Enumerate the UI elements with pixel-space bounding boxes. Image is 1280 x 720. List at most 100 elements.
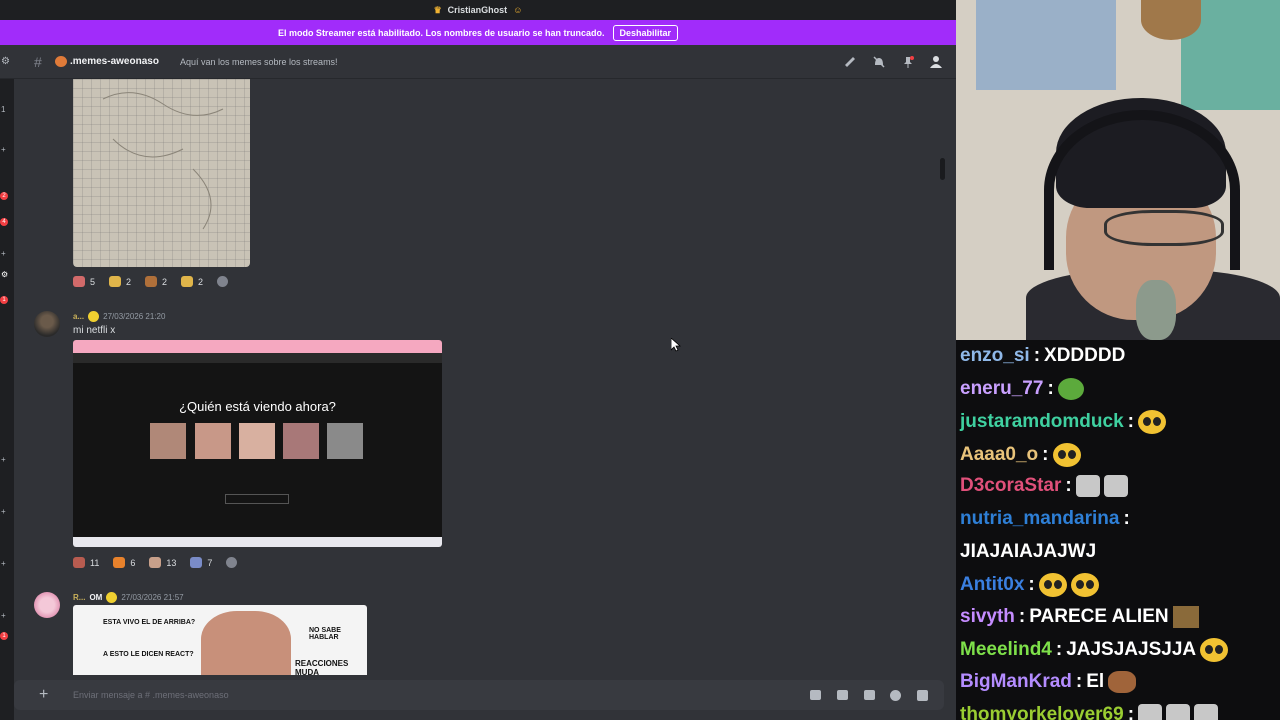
reaction[interactable]: 2 (109, 276, 131, 287)
author-name[interactable]: R... (73, 593, 85, 602)
reaction-emoji-icon (190, 557, 203, 568)
chat-message: Meeelind4: JAJSJAJSJJA (960, 638, 1229, 663)
add-reaction-icon[interactable] (226, 557, 238, 568)
meme-face (201, 611, 291, 675)
chat-colon: : (1127, 703, 1135, 720)
reaction[interactable]: 2 (181, 276, 203, 287)
scrollbar-thumb[interactable] (940, 158, 945, 180)
chat-colon: : (1028, 574, 1035, 596)
settings-icon[interactable]: ⚙ (1, 270, 8, 279)
reaction-row: 11 6 13 7 (73, 557, 238, 568)
gif-icon[interactable] (837, 690, 848, 700)
attachment-image-netflix[interactable]: ¿Quién está viendo ahora? (73, 340, 442, 547)
meme-text: A ESTO LE DICEN REACT? (103, 651, 194, 658)
chat-colon: : (1055, 639, 1063, 661)
sticker-icon[interactable] (864, 690, 875, 700)
crown-icon: ♛ (433, 4, 442, 15)
disable-streamer-mode-button[interactable]: Deshabilitar (612, 24, 679, 41)
chat-username: eneru_77 (960, 377, 1044, 399)
profile-thumb (150, 423, 186, 459)
members-list-icon[interactable]: ⚙ (1, 56, 10, 67)
screen: ♛ CristianGhost ☺ El modo Streamer está … (0, 0, 1280, 720)
rail-marker: + (1, 455, 6, 464)
webcam-feed (956, 0, 1280, 340)
reaction-count: 13 (166, 557, 177, 568)
reaction[interactable]: 5 (73, 276, 95, 287)
reaction[interactable]: 7 (190, 557, 212, 568)
chat-message: enzo_si: XDDDDD (960, 345, 1125, 367)
chat-colon: : (1047, 377, 1054, 399)
chat-text: JIAJAIAJAJWJ (960, 540, 1097, 562)
frog-emote-icon (1057, 377, 1084, 400)
chat-message: thomyorkelover69: (960, 703, 1219, 720)
em-emote-icon (1052, 442, 1081, 467)
stream-chat: enzo_si: XDDDDD eneru_77: justaramdomduck: A… (956, 340, 1280, 720)
meme-text: NO SABE HABLAR (309, 627, 341, 641)
reaction[interactable]: 11 (73, 557, 99, 568)
reaction[interactable]: 13 (149, 557, 176, 568)
threads-icon[interactable] (843, 55, 857, 69)
emoji-picker-icon[interactable] (890, 689, 901, 701)
pin-icon[interactable] (901, 55, 915, 69)
attachment-image-meme[interactable]: ESTA VIVO EL DE ARRIBA? A ESTO LE DICEN … (73, 605, 367, 675)
microphone (1136, 280, 1176, 340)
chat-text: El (1086, 671, 1105, 692)
cat-emote-icon (1138, 703, 1163, 720)
message-header: a... 27/03/2026 21:20 (73, 311, 165, 322)
reaction-emoji-icon (149, 557, 162, 568)
window-title: CristianGhost (447, 5, 508, 15)
chat-message: Antit0x: (960, 573, 1099, 598)
profile-thumb (195, 423, 231, 459)
reaction-emoji-icon (145, 276, 158, 287)
avatar[interactable] (34, 592, 60, 618)
taskbar (73, 537, 442, 547)
chat-username: Antit0x (960, 574, 1025, 596)
streamer-banner-text: El modo Streamer está habilitado. Los no… (277, 27, 605, 38)
wall-hat (1141, 0, 1201, 40)
reaction-count: 6 (130, 557, 136, 568)
attachment-image-sketch[interactable] (73, 79, 250, 267)
chat-message: nutria_mandarina: (960, 508, 1130, 530)
chat-username: Meeelind4 (960, 639, 1052, 661)
reaction[interactable]: 2 (145, 276, 167, 287)
mouse-cursor-icon (671, 338, 681, 352)
channel-name: .memes-aweonaso (70, 56, 159, 67)
cat-emote-icon (1166, 703, 1191, 720)
chat-message: justaramdomduck: (960, 410, 1166, 435)
add-reaction-icon[interactable] (217, 276, 229, 287)
headphones (1044, 110, 1240, 270)
add-attachment-icon[interactable]: + (39, 686, 48, 704)
timestamp: 27/03/2026 21:20 (103, 312, 166, 321)
glasses (1104, 210, 1224, 246)
message-header: R... OM 27/03/2026 21:57 (73, 592, 184, 603)
chat-username: Aaaa0_o (960, 443, 1039, 465)
avatar[interactable] (34, 311, 60, 337)
gift-icon[interactable] (810, 690, 821, 700)
chat-colon: : (1042, 443, 1049, 465)
meme-text: REACCIONES MUDA (295, 659, 349, 675)
apps-icon[interactable] (917, 689, 928, 701)
mute-bell-icon[interactable] (872, 55, 886, 69)
message-composer: + Enviar mensaje a # .memes-aweonaso (14, 680, 944, 710)
chat-username: enzo_si (960, 345, 1030, 366)
netflix-heading: ¿Quién está viendo ahora? (179, 399, 336, 414)
meme-text: ESTA VIVO EL DE ARRIBA? (103, 619, 196, 626)
reaction-emoji-icon (181, 276, 194, 287)
rail-marker: + (1, 611, 6, 620)
author-name[interactable]: a... (73, 312, 84, 321)
reaction-count: 2 (162, 276, 168, 287)
chat-colon: : (1018, 605, 1026, 627)
unread-badge: 2 (0, 192, 8, 200)
chat-message: Aaaa0_o: (960, 442, 1081, 467)
profile-thumb (239, 423, 275, 459)
profile-thumb (327, 423, 363, 459)
message-input[interactable]: Enviar mensaje a # .memes-aweonaso (73, 690, 229, 700)
chat-colon: : (1033, 345, 1041, 366)
chat-colon: : (1123, 508, 1130, 529)
rail-marker: + (1, 507, 6, 516)
chat-message: eneru_77: (960, 377, 1084, 400)
timestamp: 27/03/2026 21:57 (121, 593, 184, 602)
reaction[interactable]: 6 (113, 557, 135, 568)
member-list-icon[interactable] (929, 55, 943, 69)
rail-marker: + (1, 145, 6, 154)
